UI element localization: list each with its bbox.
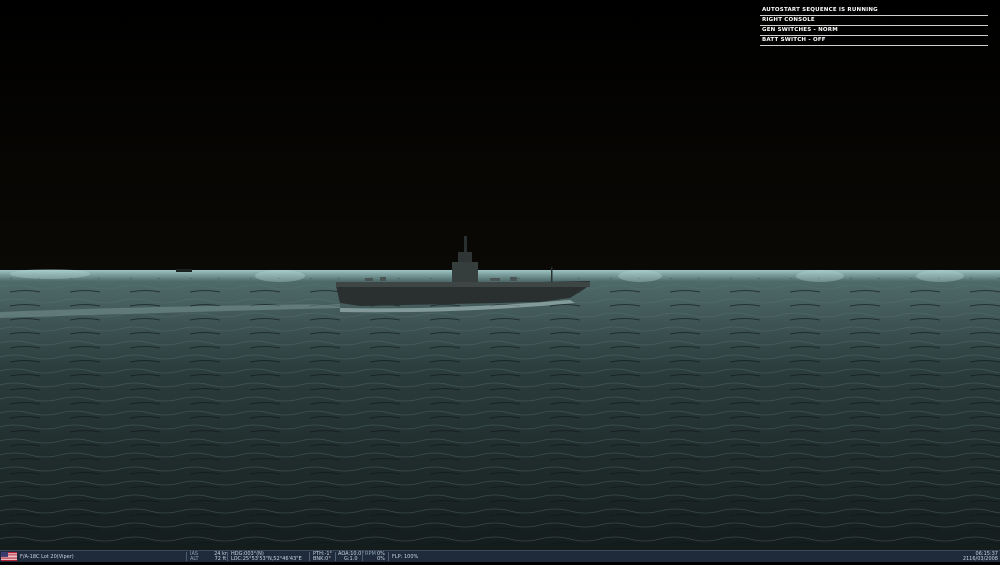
aircraft-name: F/A-18C Lot 20(Viper) xyxy=(20,554,74,560)
g-readout: G:1.0 xyxy=(344,556,358,562)
message-line: RIGHT CONSOLE xyxy=(760,16,988,26)
separator xyxy=(388,552,389,561)
flaps-readout: FLP: 100% xyxy=(392,554,419,560)
location-readout: LOC:25°53'53"N,52°46'43"E xyxy=(231,556,302,562)
separator xyxy=(227,552,228,561)
clock: 06:15:37 2116/03/2008 xyxy=(963,551,998,563)
attitude-block: PTH:-1° BNK:0° xyxy=(313,551,332,563)
alt-label: ALT xyxy=(190,556,199,562)
game-viewport xyxy=(0,0,1000,550)
sea-waves xyxy=(0,278,1000,550)
separator xyxy=(186,552,187,561)
distant-ship xyxy=(176,269,192,272)
usa-flag-icon xyxy=(1,552,17,561)
message-log: AUTOSTART SEQUENCE IS RUNNING RIGHT CONS… xyxy=(760,6,988,46)
separator xyxy=(335,552,336,561)
rpm-engine-2: 0% xyxy=(377,556,385,562)
message-line: GEN SWITCHES - NORM xyxy=(760,26,988,36)
status-bar: F/A-18C Lot 20(Viper) IAS 24 kn ALT 72 ft … xyxy=(0,550,1000,562)
separator xyxy=(309,552,310,561)
heading-location-block: HDG:003°(N) LOC:25°53'53"N,52°46'43"E xyxy=(231,551,302,563)
rpm-block: RPM xyxy=(365,552,376,563)
bank-readout: BNK:0° xyxy=(313,556,331,562)
speed-altitude-block: IAS 24 kn ALT 72 ft xyxy=(190,551,228,563)
date-readout: 2116/03/2008 xyxy=(962,556,998,562)
separator xyxy=(362,552,363,561)
rpm-label: RPM xyxy=(365,551,376,557)
aoa-g-block: AOA:10.0° G:1.0 xyxy=(338,551,364,563)
rpm-values: 0% 0% xyxy=(377,551,385,563)
alt-value: 72 ft xyxy=(214,556,227,562)
message-line: BATT SWITCH - OFF xyxy=(760,36,988,46)
message-line: AUTOSTART SEQUENCE IS RUNNING xyxy=(760,6,988,16)
